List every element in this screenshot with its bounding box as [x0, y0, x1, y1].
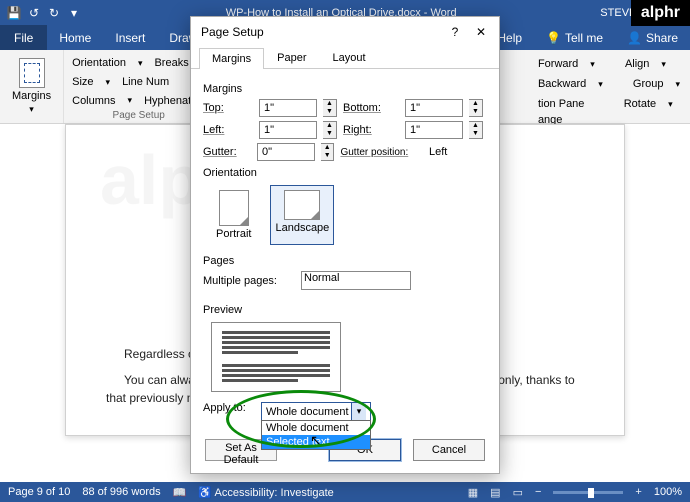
top-input[interactable]: [259, 99, 317, 117]
save-icon[interactable]: 💾: [6, 5, 22, 21]
group-button[interactable]: Group: [633, 78, 664, 90]
orientation-button[interactable]: Orientation: [72, 57, 126, 69]
apply-to-select[interactable]: Whole document▾: [261, 402, 371, 421]
tab-layout[interactable]: Layout: [319, 47, 378, 68]
apply-option-whole[interactable]: Whole document: [262, 421, 370, 435]
spellcheck-icon[interactable]: 📖: [173, 486, 187, 499]
zoom-slider[interactable]: [553, 491, 623, 494]
landscape-option[interactable]: Landscape: [270, 185, 334, 245]
left-spinner[interactable]: ▲▼: [323, 121, 337, 139]
share-icon: 👤: [627, 31, 642, 45]
tab-paper[interactable]: Paper: [264, 47, 319, 68]
share-button[interactable]: 👤Share: [615, 25, 690, 50]
read-mode-icon[interactable]: ▦: [468, 486, 478, 499]
page-indicator[interactable]: Page 9 of 10: [8, 486, 70, 498]
zoom-out-icon[interactable]: −: [535, 486, 541, 498]
preview-section-label: Preview: [203, 304, 487, 316]
redo-icon[interactable]: ↻: [46, 5, 62, 21]
zoom-level[interactable]: 100%: [654, 486, 682, 498]
tab-margins[interactable]: Margins: [199, 48, 264, 69]
bulb-icon: 💡: [546, 31, 561, 45]
right-spinner[interactable]: ▲▼: [469, 121, 483, 139]
pages-section-label: Pages: [203, 255, 487, 267]
qat-dropdown-icon[interactable]: ▾: [66, 5, 82, 21]
tab-insert[interactable]: Insert: [103, 25, 157, 50]
hyphenation-button[interactable]: Hyphenat: [144, 95, 191, 107]
portrait-option[interactable]: Portrait: [211, 185, 256, 245]
line-numbers-button[interactable]: Line Num: [122, 76, 169, 88]
apply-to-dropdown-list: Whole document Selected text: [261, 420, 371, 450]
page-setup-dialog: Page Setup ? ✕ Margins Paper Layout Marg…: [190, 16, 500, 474]
size-button[interactable]: Size: [72, 76, 93, 88]
tell-me-button[interactable]: 💡Tell me: [534, 25, 615, 50]
selection-pane-button[interactable]: tion Pane: [538, 98, 584, 110]
zoom-in-icon[interactable]: +: [635, 486, 641, 498]
undo-icon[interactable]: ↺: [26, 5, 42, 21]
margins-button[interactable]: Margins ▾: [8, 54, 55, 119]
rotate-button[interactable]: Rotate: [624, 98, 656, 110]
forward-button[interactable]: Forward: [538, 58, 578, 70]
cancel-button[interactable]: Cancel: [413, 439, 485, 461]
bottom-spinner[interactable]: ▲▼: [469, 99, 483, 117]
align-button[interactable]: Align: [625, 58, 649, 70]
gutter-input[interactable]: [257, 143, 315, 161]
left-input[interactable]: [259, 121, 317, 139]
print-layout-icon[interactable]: ▤: [490, 486, 500, 499]
chevron-down-icon: ▾: [351, 403, 366, 420]
help-icon[interactable]: ?: [447, 25, 463, 39]
dialog-title: Page Setup: [201, 25, 264, 39]
preview-thumbnail: [211, 322, 341, 392]
orientation-section-label: Orientation: [203, 167, 487, 179]
right-input[interactable]: [405, 121, 463, 139]
backward-button[interactable]: Backward: [538, 78, 586, 90]
gutter-position-select[interactable]: Left: [429, 146, 487, 158]
tab-home[interactable]: Home: [47, 25, 103, 50]
group-label: Page Setup: [72, 110, 205, 121]
columns-button[interactable]: Columns: [72, 95, 115, 107]
margins-section-label: Margins: [203, 83, 487, 95]
top-spinner[interactable]: ▲▼: [323, 99, 337, 117]
close-icon[interactable]: ✕: [473, 25, 489, 39]
word-count[interactable]: 88 of 996 words: [82, 486, 160, 498]
web-layout-icon[interactable]: ▭: [513, 486, 523, 499]
chevron-down-icon: ▾: [29, 104, 34, 115]
multiple-pages-select[interactable]: Normal: [301, 271, 411, 290]
margins-icon: [19, 58, 45, 88]
bottom-input[interactable]: [405, 99, 463, 117]
gutter-spinner[interactable]: ▲▼: [321, 143, 334, 161]
status-bar: Page 9 of 10 88 of 996 words 📖 ♿ Accessi…: [0, 482, 690, 502]
breaks-button[interactable]: Breaks: [154, 57, 188, 69]
apply-option-selected[interactable]: Selected text: [262, 435, 370, 449]
alphr-logo: alphr: [631, 0, 690, 26]
accessibility-status[interactable]: ♿ Accessibility: Investigate: [198, 486, 333, 499]
file-tab[interactable]: File: [0, 25, 47, 50]
